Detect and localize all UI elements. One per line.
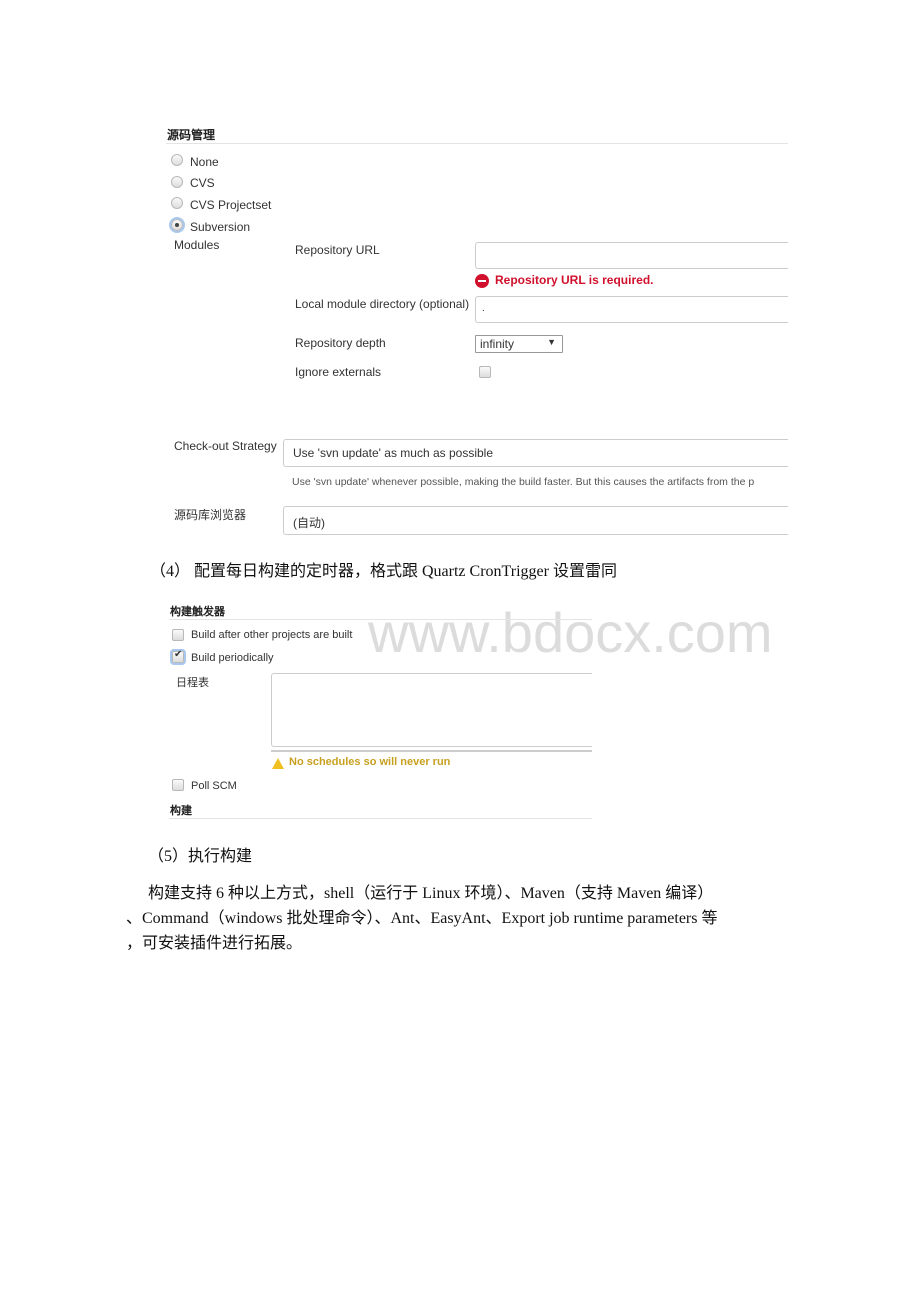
radio-label-none: None	[190, 155, 219, 169]
local-dir-input[interactable]: .	[475, 296, 788, 323]
paragraph-line-1: 构建支持 6 种以上方式，shell（运行于 Linux 环境）、Maven（支…	[148, 885, 714, 902]
depth-label: Repository depth	[295, 336, 386, 350]
build-after-other-checkbox[interactable]	[172, 629, 184, 641]
textarea-resize-bar[interactable]	[271, 750, 592, 752]
divider	[169, 818, 592, 819]
document-page: 源码管理 None CVS CVS Projectset Subversion …	[0, 0, 920, 1302]
poll-scm-checkbox[interactable]	[172, 779, 184, 791]
local-dir-label: Local module directory (optional)	[295, 297, 470, 311]
radio-label-cvs: CVS	[190, 176, 215, 190]
build-after-other-label: Build after other projects are built	[191, 629, 353, 641]
radio-label-subversion: Subversion	[190, 220, 251, 234]
depth-select[interactable]: infinity ▼	[475, 335, 563, 353]
checkout-select[interactable]: Use 'svn update' as much as possible	[283, 439, 788, 467]
scm-heading: 源码管理	[167, 128, 216, 142]
repo-url-label: Repository URL	[295, 243, 380, 257]
paragraph-line-2: 、Command（windows 批处理命令）、Ant、EasyAnt、Expo…	[126, 910, 718, 927]
browser-label: 源码库浏览器	[174, 508, 247, 522]
modules-label: Modules	[174, 238, 220, 252]
step4-text: （4） 配置每日构建的定时器，格式跟 Quartz CronTrigger 设置…	[150, 563, 617, 580]
radio-subversion[interactable]	[171, 219, 183, 231]
step5-text: （5）执行构建	[148, 848, 253, 865]
schedule-label: 日程表	[176, 677, 209, 689]
triggers-heading: 构建触发器	[170, 606, 225, 618]
repo-url-input[interactable]	[475, 242, 788, 269]
radio-label-cvs-projectset: CVS Projectset	[190, 198, 272, 212]
schedule-warning: No schedules so will never run	[289, 756, 451, 768]
build-heading: 构建	[170, 805, 192, 817]
divider	[169, 619, 592, 620]
radio-cvs[interactable]	[171, 176, 183, 188]
build-periodically-checkbox[interactable]	[172, 649, 184, 663]
checkout-label: Check-out Strategy	[174, 439, 277, 453]
repo-url-error: Repository URL is required.	[495, 273, 654, 287]
browser-select[interactable]: (自动)	[283, 506, 788, 535]
ignore-externals-checkbox[interactable]	[479, 366, 491, 378]
radio-cvs-projectset[interactable]	[171, 197, 183, 209]
schedule-textarea[interactable]	[271, 673, 592, 747]
build-periodically-label: Build periodically	[191, 652, 274, 664]
divider	[166, 143, 788, 144]
paragraph-line-3: ，可安装插件进行拓展。	[126, 935, 303, 952]
depth-value: infinity	[480, 337, 515, 351]
warning-icon	[272, 758, 284, 769]
dropdown-arrow-icon: ▼	[547, 337, 556, 347]
watermark: www.bdocx.com	[368, 601, 773, 664]
checkout-help: Use 'svn update' whenever possible, maki…	[292, 476, 755, 488]
poll-scm-label: Poll SCM	[191, 780, 237, 792]
radio-none[interactable]	[171, 154, 183, 166]
error-icon	[475, 274, 489, 288]
ignore-externals-label: Ignore externals	[295, 365, 382, 379]
